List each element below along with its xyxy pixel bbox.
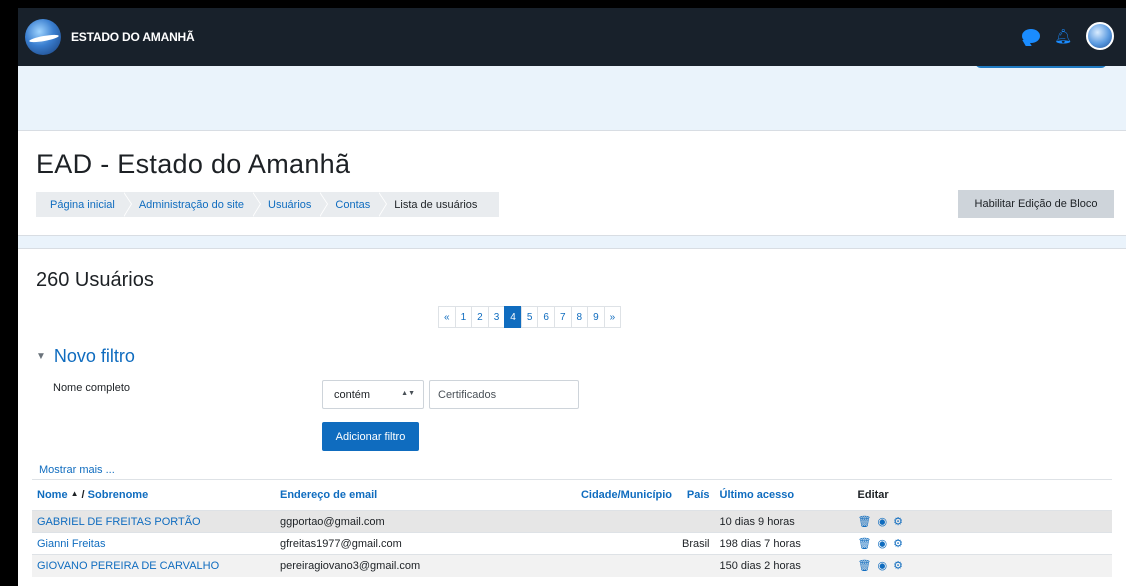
new-filter-toggle[interactable]: ▼ Novo filtro	[36, 346, 135, 367]
notification-bell-icon[interactable]: 🔔︎	[1054, 29, 1072, 43]
user-city-cell	[551, 510, 677, 533]
user-name-link[interactable]: GABRIEL DE FREITAS PORTÃO	[37, 516, 201, 528]
trash-icon[interactable]: 🗑︎	[858, 560, 872, 572]
column-header-name: Nome ▲ / Sobrenome	[32, 479, 275, 511]
new-filter-label[interactable]: Novo filtro	[54, 346, 135, 367]
message-icon[interactable]	[1022, 29, 1041, 43]
top-navbar: ESTADO DO AMANHÃ 🔔︎	[18, 8, 1126, 66]
user-name-cell: GABRIEL DE FREITAS PORTÃO	[32, 510, 275, 533]
sort-by-city-link[interactable]: Cidade/Município	[581, 489, 672, 501]
user-last-access-cell: 10 dias 9 horas	[714, 510, 853, 533]
page-5[interactable]: 5	[520, 306, 539, 328]
page-1[interactable]: 1	[454, 306, 473, 328]
breadcrumb-item-site-admin[interactable]: Administração do site	[123, 192, 261, 217]
column-header-edit: Editar	[852, 479, 1112, 511]
user-count-heading: 260 Usuários	[36, 269, 154, 291]
header-separator: /	[81, 489, 85, 501]
column-header-email: Endereço de email	[275, 479, 551, 511]
table-row: GIOVANO PEREIRA DE CARVALHO pereiragiova…	[32, 554, 1112, 577]
user-country-cell: Brasil	[677, 532, 715, 555]
breadcrumb-label[interactable]: Contas	[335, 199, 370, 211]
page-title: EAD - Estado do Amanhã	[36, 149, 351, 179]
user-actions-cell: 🗑︎ ◉ ⚙︎	[852, 554, 1112, 577]
user-last-access-cell: 150 dias 2 horas	[714, 554, 853, 577]
breadcrumb-separator	[122, 192, 132, 217]
caret-down-icon: ▼	[36, 351, 46, 362]
column-header-last-access: Último acesso	[714, 479, 853, 511]
user-actions-cell: 🗑︎ ◉ ⚙︎	[852, 532, 1112, 555]
column-header-country: País	[677, 479, 715, 511]
user-email-cell: pereiragiovano3@gmail.com	[275, 554, 551, 577]
trash-icon[interactable]: 🗑︎	[858, 538, 872, 550]
breadcrumb-label[interactable]: Lista de usuários	[394, 199, 477, 211]
user-last-access-cell: 198 dias 7 horas	[714, 532, 853, 555]
breadcrumb-item-users[interactable]: Usuários	[252, 192, 329, 217]
page-next[interactable]: »	[603, 306, 622, 328]
user-name-cell: GIOVANO PEREIRA DE CARVALHO	[32, 554, 275, 577]
sort-by-surname-link[interactable]: Sobrenome	[88, 489, 149, 501]
user-city-cell	[551, 532, 677, 555]
page-6[interactable]: 6	[537, 306, 555, 328]
eye-icon[interactable]: ◉	[877, 560, 887, 572]
breadcrumb: Página inicial Administração do site Usu…	[36, 192, 500, 217]
user-email-cell: ggportao@gmail.com	[275, 510, 551, 533]
page-header: EAD - Estado do Amanhã Página inicial Ad…	[18, 130, 1126, 236]
add-filter-button[interactable]: Adicionar filtro	[322, 422, 419, 451]
user-country-cell	[677, 554, 715, 577]
page-9[interactable]: 9	[587, 306, 605, 328]
filter-operator-value: contém	[334, 388, 371, 401]
eye-icon[interactable]: ◉	[877, 538, 887, 550]
page-4-current[interactable]: 4	[504, 306, 522, 328]
sort-by-last-access-link[interactable]: Último acesso	[720, 489, 795, 501]
gear-icon[interactable]: ⚙︎	[893, 560, 903, 572]
filter-value-input[interactable]: Certificados	[429, 380, 579, 409]
page-7[interactable]: 7	[553, 306, 572, 328]
user-name-link[interactable]: Gianni Freitas	[37, 538, 105, 550]
user-name-cell: Gianni Freitas	[32, 532, 275, 555]
breadcrumb-separator	[319, 192, 329, 217]
site-logo-icon[interactable]	[25, 19, 61, 55]
user-avatar[interactable]	[1086, 22, 1114, 50]
user-country-cell	[677, 510, 715, 533]
breadcrumb-separator	[378, 192, 388, 217]
window-frame-top	[0, 0, 1126, 8]
sort-by-email-link[interactable]: Endereço de email	[280, 489, 377, 501]
column-header-city: Cidade/Município	[551, 479, 677, 511]
filter-operator-select[interactable]: contém ▲▼	[322, 380, 424, 409]
gear-icon[interactable]: ⚙︎	[893, 538, 903, 550]
gear-icon[interactable]: ⚙︎	[893, 516, 903, 528]
users-table: Nome ▲ / Sobrenome Endereço de email Cida…	[32, 479, 1112, 577]
eye-icon[interactable]: ◉	[877, 516, 887, 528]
user-name-link[interactable]: GIOVANO PEREIRA DE CARVALHO	[37, 560, 219, 572]
sort-by-country-link[interactable]: País	[687, 489, 710, 501]
main-content: 260 Usuários « 1 2 3 4 5 6 7 8 9 » ▼ Nov…	[18, 248, 1126, 586]
show-more-link[interactable]: Mostrar mais ...	[39, 464, 115, 476]
breadcrumb-item-home[interactable]: Página inicial	[36, 192, 132, 217]
breadcrumb-label[interactable]: Página inicial	[50, 199, 115, 211]
site-brand-name[interactable]: ESTADO DO AMANHÃ	[71, 30, 195, 44]
user-email-cell: gfreitas1977@gmail.com	[275, 532, 551, 555]
page-8[interactable]: 8	[570, 306, 589, 328]
breadcrumb-item-user-list[interactable]: Lista de usuários	[378, 192, 485, 217]
trash-icon[interactable]: 🗑︎	[858, 516, 872, 528]
user-actions-cell: 🗑︎ ◉ ⚙︎	[852, 510, 1112, 533]
window-frame-left	[0, 0, 18, 586]
page-prev[interactable]: «	[438, 306, 456, 328]
table-row: Gianni Freitas gfreitas1977@gmail.com Br…	[32, 532, 1112, 555]
table-header-row: Nome ▲ / Sobrenome Endereço de email Cida…	[32, 479, 1112, 511]
navbar-icons: 🔔︎	[1022, 22, 1114, 50]
filter-field-label: Nome completo	[53, 382, 131, 394]
user-city-cell	[551, 554, 677, 577]
breadcrumb-label[interactable]: Usuários	[268, 199, 311, 211]
page-3[interactable]: 3	[487, 306, 506, 328]
breadcrumb-label[interactable]: Administração do site	[139, 199, 244, 211]
page-2[interactable]: 2	[471, 306, 489, 328]
table-row: GABRIEL DE FREITAS PORTÃO ggportao@gmail…	[32, 510, 1112, 533]
sort-by-name-link[interactable]: Nome	[37, 489, 68, 501]
pagination: « 1 2 3 4 5 6 7 8 9 »	[438, 306, 622, 328]
breadcrumb-separator	[252, 192, 261, 217]
enable-block-editing-button[interactable]: Habilitar Edição de Bloco	[958, 190, 1114, 218]
sort-ascending-icon: ▲	[70, 489, 79, 498]
select-arrows-icon: ▲▼	[401, 390, 415, 397]
